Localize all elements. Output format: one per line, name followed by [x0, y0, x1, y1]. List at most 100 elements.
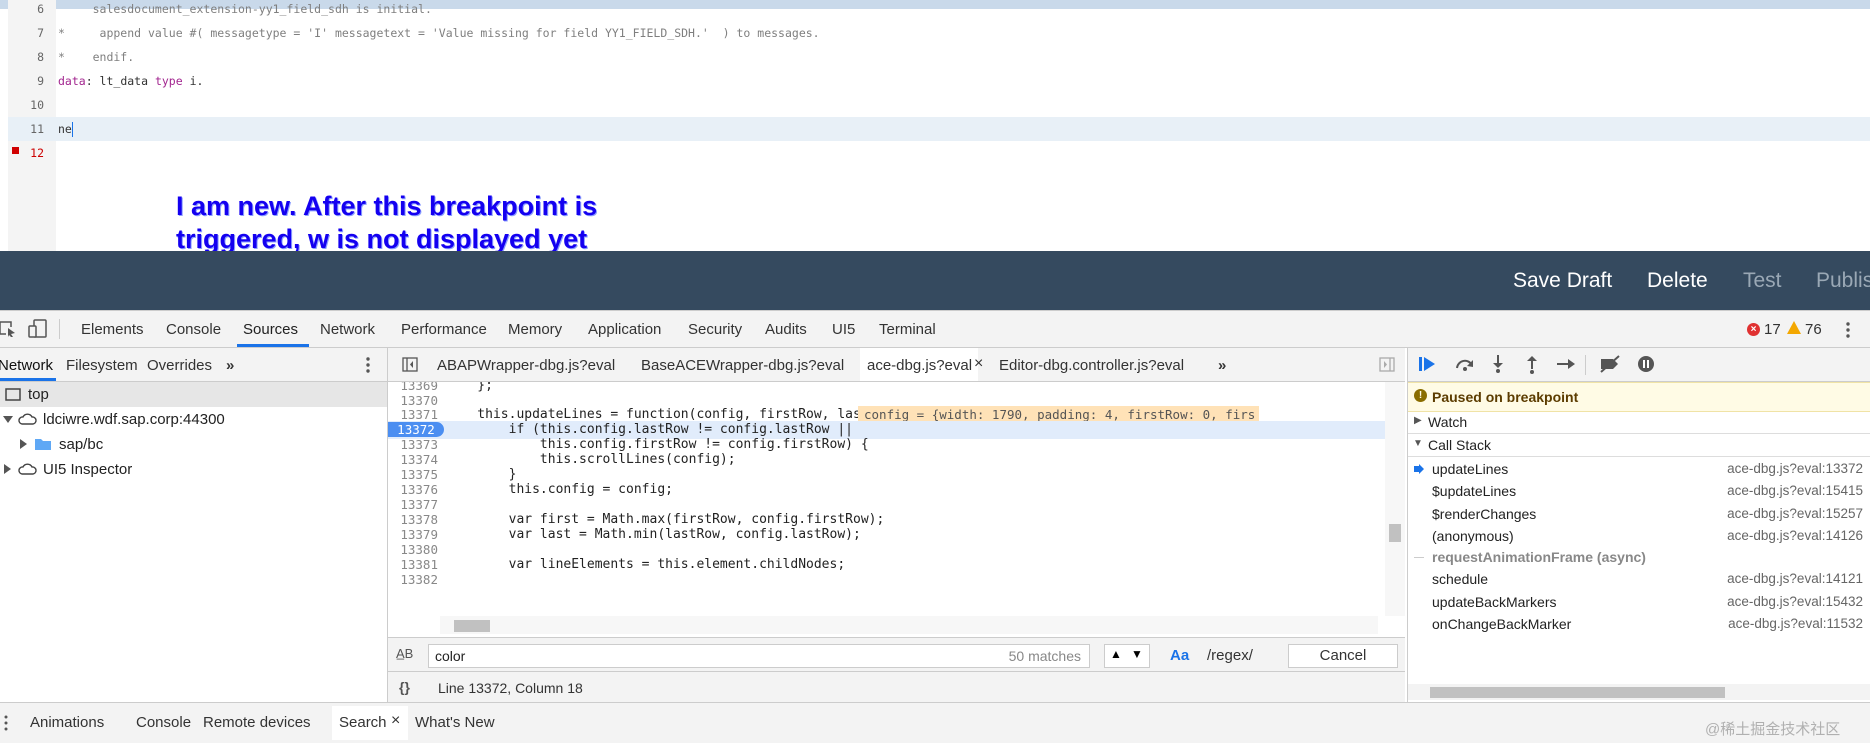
- code-line-number[interactable]: 13377: [388, 497, 438, 512]
- previous-match-icon[interactable]: ▲: [1110, 647, 1122, 661]
- drawer-tab-remote-devices[interactable]: Remote devices: [203, 714, 311, 731]
- frame-location[interactable]: ace-dbg.js?eval:14121: [1727, 571, 1863, 586]
- close-tab-icon[interactable]: ×: [974, 355, 983, 373]
- collapse-triangle-icon[interactable]: [3, 464, 13, 476]
- tab-ui5[interactable]: UI5: [832, 321, 855, 338]
- collapse-triangle-icon[interactable]: [19, 439, 29, 451]
- file-tab-baseacewrapper[interactable]: BaseACEWrapper-dbg.js?eval: [641, 357, 844, 374]
- device-toolbar-icon[interactable]: [28, 319, 48, 339]
- regex-button[interactable]: /regex/: [1207, 647, 1253, 664]
- test-button[interactable]: Test: [1743, 269, 1782, 293]
- frame-location[interactable]: ace-dbg.js?eval:14126: [1727, 528, 1863, 543]
- code-line-number[interactable]: 13379: [388, 527, 438, 542]
- tab-audits[interactable]: Audits: [765, 321, 807, 338]
- step-over-icon[interactable]: [1454, 356, 1476, 372]
- code-horizontal-scrollbar[interactable]: [440, 616, 1378, 634]
- toggle-navigator-icon[interactable]: [402, 357, 418, 372]
- match-case-button[interactable]: Aa: [1170, 647, 1189, 664]
- call-frame[interactable]: (anonymous) ace-dbg.js?eval:14126: [1408, 525, 1870, 547]
- code-line-number[interactable]: 13380: [388, 542, 438, 557]
- publish-button[interactable]: Publis: [1816, 269, 1870, 293]
- toggle-debugger-icon[interactable]: [1379, 357, 1395, 372]
- tab-console[interactable]: Console: [166, 321, 221, 338]
- drawer-tab-search[interactable]: Search: [339, 714, 387, 731]
- frame-location[interactable]: ace-dbg.js?eval:15432: [1727, 594, 1863, 609]
- nav-tab-filesystem[interactable]: Filesystem: [66, 357, 138, 374]
- call-frame[interactable]: updateBackMarkers ace-dbg.js?eval:15432: [1408, 591, 1870, 613]
- step-into-icon[interactable]: [1491, 354, 1505, 374]
- drawer-tab-whats-new[interactable]: What's New: [415, 714, 495, 731]
- warning-count[interactable]: 76: [1805, 321, 1822, 338]
- watch-section-header[interactable]: ▶ Watch: [1408, 411, 1870, 434]
- tree-item-top[interactable]: top: [0, 382, 387, 407]
- call-frame-selected[interactable]: updateLines ace-dbg.js?eval:13372: [1408, 458, 1870, 480]
- tab-security[interactable]: Security: [688, 321, 742, 338]
- delete-button[interactable]: Delete: [1647, 269, 1708, 293]
- save-draft-button[interactable]: Save Draft: [1513, 269, 1612, 293]
- debugger-horizontal-scrollbar[interactable]: [1408, 684, 1870, 700]
- more-files-chevron-icon[interactable]: »: [1218, 357, 1226, 374]
- frame-location[interactable]: ace-dbg.js?eval:13372: [1727, 461, 1863, 476]
- file-tab-abapwrapper[interactable]: ABAPWrapper-dbg.js?eval: [437, 357, 615, 374]
- tree-item-ui5-inspector[interactable]: UI5 Inspector: [0, 457, 387, 482]
- tab-terminal[interactable]: Terminal: [879, 321, 936, 338]
- call-frame[interactable]: schedule ace-dbg.js?eval:14121: [1408, 568, 1870, 590]
- code-line-number[interactable]: 13381: [388, 557, 438, 572]
- close-drawer-tab-icon[interactable]: ×: [391, 712, 400, 730]
- cancel-search-button[interactable]: Cancel: [1288, 644, 1398, 668]
- more-tabs-chevron-icon[interactable]: »: [226, 357, 234, 374]
- tab-memory[interactable]: Memory: [508, 321, 562, 338]
- tab-application[interactable]: Application: [588, 321, 661, 338]
- tab-network[interactable]: Network: [320, 321, 375, 338]
- nav-tab-overrides[interactable]: Overrides: [147, 357, 212, 374]
- step-icon[interactable]: [1556, 357, 1576, 371]
- drawer-tab-console[interactable]: Console: [136, 714, 191, 731]
- tab-elements[interactable]: Elements: [81, 321, 144, 338]
- frame-location[interactable]: ace-dbg.js?eval:11532: [1728, 616, 1863, 631]
- tree-item-folder[interactable]: sap/bc: [0, 432, 387, 457]
- scroll-thumb[interactable]: [1430, 687, 1725, 698]
- error-icon[interactable]: ×: [1747, 323, 1760, 336]
- scroll-thumb[interactable]: [454, 620, 490, 632]
- nav-tab-network[interactable]: Network: [0, 357, 53, 374]
- code-line-number[interactable]: 13374: [388, 452, 438, 467]
- code-line-number[interactable]: 13373: [388, 437, 438, 452]
- code-line-number[interactable]: 13375: [388, 467, 438, 482]
- tree-item-host[interactable]: ldciwre.wdf.sap.corp:44300: [0, 407, 387, 432]
- pause-on-exceptions-icon[interactable]: [1637, 355, 1655, 373]
- scroll-thumb[interactable]: [1389, 524, 1401, 542]
- deactivate-breakpoints-icon[interactable]: [1598, 355, 1622, 373]
- expand-triangle-icon[interactable]: [3, 415, 13, 425]
- code-line-number[interactable]: 13376: [388, 482, 438, 497]
- call-frame[interactable]: onChangeBackMarker ace-dbg.js?eval:11532: [1408, 613, 1870, 635]
- breakpoint-line-number[interactable]: 13372: [388, 422, 444, 437]
- search-input[interactable]: color 50 matches: [428, 644, 1090, 668]
- code-vertical-scrollbar[interactable]: [1385, 382, 1405, 616]
- frame-location[interactable]: ace-dbg.js?eval:15257: [1727, 506, 1863, 521]
- file-tab-ace-dbg[interactable]: ace-dbg.js?eval: [867, 357, 973, 374]
- code-view[interactable]: 13369 }; 13370 13371 this.updateLines = …: [388, 382, 1385, 616]
- error-count[interactable]: 17: [1764, 321, 1781, 338]
- code-line-number[interactable]: 13382: [388, 572, 438, 587]
- drawer-menu-icon[interactable]: [3, 715, 9, 731]
- resume-icon[interactable]: [1418, 356, 1436, 372]
- more-options-icon[interactable]: [1845, 321, 1851, 339]
- navigator-menu-icon[interactable]: [365, 356, 371, 374]
- abap-editor[interactable]: 6 salesdocument_extension-yy1_field_sdh …: [0, 0, 1870, 251]
- editor-line-current[interactable]: 11 ne: [8, 117, 1870, 141]
- call-frame[interactable]: $renderChanges ace-dbg.js?eval:15257: [1408, 503, 1870, 525]
- code-line-number[interactable]: 13371: [388, 407, 438, 422]
- code-line-number[interactable]: 13378: [388, 512, 438, 527]
- replace-toggle-icon[interactable]: A̲B: [396, 646, 413, 661]
- breakpoint-marker[interactable]: [12, 147, 19, 154]
- tab-sources[interactable]: Sources: [243, 321, 298, 338]
- frame-location[interactable]: ace-dbg.js?eval:15415: [1727, 483, 1863, 498]
- tab-performance[interactable]: Performance: [401, 321, 487, 338]
- file-tab-editor-controller[interactable]: Editor-dbg.controller.js?eval: [999, 357, 1184, 374]
- inspect-element-icon[interactable]: [0, 320, 16, 338]
- step-out-icon[interactable]: [1525, 354, 1539, 374]
- next-match-icon[interactable]: ▼: [1131, 647, 1143, 661]
- call-stack-section-header[interactable]: ▼ Call Stack: [1408, 434, 1870, 457]
- warning-icon[interactable]: [1787, 321, 1801, 334]
- pretty-print-icon[interactable]: {}: [399, 679, 410, 695]
